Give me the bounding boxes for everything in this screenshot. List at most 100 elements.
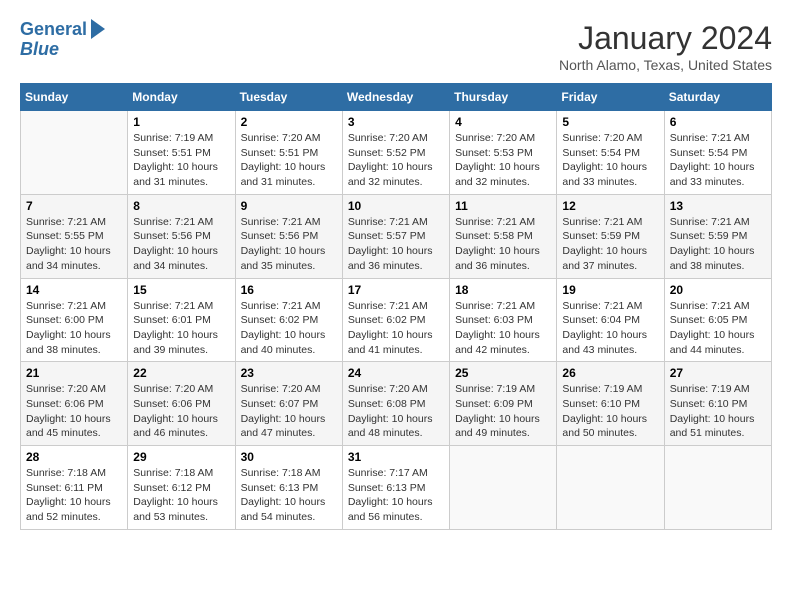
day-number: 26 [562,366,658,380]
day-number: 12 [562,199,658,213]
day-number: 19 [562,283,658,297]
location-text: North Alamo, Texas, United States [559,57,772,73]
calendar-cell [21,111,128,195]
calendar-header-row: SundayMondayTuesdayWednesdayThursdayFrid… [21,84,772,111]
calendar-cell: 3Sunrise: 7:20 AMSunset: 5:52 PMDaylight… [342,111,449,195]
calendar-cell: 27 Sunrise: 7:19 AMSunset: 6:10 PMDayligh… [664,362,771,446]
calendar-cell: 1 Sunrise: 7:19 AMSunset: 5:51 PMDaylight… [128,111,235,195]
calendar-cell: 11 Sunrise: 7:21 AMSunset: 5:58 PMDayligh… [450,194,557,278]
calendar-cell: 15Sunrise: 7:21 AMSunset: 6:01 PMDayligh… [128,278,235,362]
calendar-cell: 12Sunrise: 7:21 AMSunset: 5:59 PMDayligh… [557,194,664,278]
day-info: Sunrise: 7:21 AMSunset: 5:54 PMDaylight:… [670,131,766,190]
calendar-cell: 30 Sunrise: 7:18 AMSunset: 6:13 PMDayligh… [235,446,342,530]
calendar-cell: 17 Sunrise: 7:21 AMSunset: 6:02 PMDayligh… [342,278,449,362]
day-info: Sunrise: 7:21 AMSunset: 5:57 PMDaylight:… [348,215,444,274]
month-title: January 2024 [559,20,772,57]
day-number: 6 [670,115,766,129]
calendar-cell [450,446,557,530]
day-info: Sunrise: 7:21 AMSunset: 6:02 PMDaylight:… [241,299,337,358]
calendar-cell: 6 Sunrise: 7:21 AMSunset: 5:54 PMDaylight… [664,111,771,195]
calendar-cell: 10 Sunrise: 7:21 AMSunset: 5:57 PMDayligh… [342,194,449,278]
calendar-week-row: 1 Sunrise: 7:19 AMSunset: 5:51 PMDaylight… [21,111,772,195]
day-number: 29 [133,450,229,464]
day-number: 17 [348,283,444,297]
calendar-cell: 8 Sunrise: 7:21 AMSunset: 5:56 PMDaylight… [128,194,235,278]
day-info: Sunrise: 7:21 AMSunset: 5:58 PMDaylight:… [455,215,551,274]
day-info: Sunrise: 7:21 AMSunset: 5:59 PMDaylight:… [670,215,766,274]
day-number: 10 [348,199,444,213]
logo-blue-text: Blue [20,40,59,60]
day-info: Sunrise: 7:21 AMSunset: 5:56 PMDaylight:… [241,215,337,274]
calendar-cell: 20 Sunrise: 7:21 AMSunset: 6:05 PMDayligh… [664,278,771,362]
calendar-week-row: 7 Sunrise: 7:21 AMSunset: 5:55 PMDaylight… [21,194,772,278]
calendar-cell: 4Sunrise: 7:20 AMSunset: 5:53 PMDaylight… [450,111,557,195]
day-number: 24 [348,366,444,380]
day-info: Sunrise: 7:20 AMSunset: 5:54 PMDaylight:… [562,131,658,190]
day-info: Sunrise: 7:19 AMSunset: 6:09 PMDaylight:… [455,382,551,441]
day-number: 28 [26,450,122,464]
day-number: 31 [348,450,444,464]
day-info: Sunrise: 7:21 AMSunset: 6:02 PMDaylight:… [348,299,444,358]
header-cell-sunday: Sunday [21,84,128,111]
day-number: 23 [241,366,337,380]
day-number: 30 [241,450,337,464]
day-info: Sunrise: 7:20 AMSunset: 6:06 PMDaylight:… [26,382,122,441]
logo-arrow-icon [91,19,105,39]
day-number: 8 [133,199,229,213]
day-info: Sunrise: 7:20 AMSunset: 6:07 PMDaylight:… [241,382,337,441]
page-header: General Blue January 2024 North Alamo, T… [20,20,772,73]
calendar-cell: 5 Sunrise: 7:20 AMSunset: 5:54 PMDaylight… [557,111,664,195]
day-number: 22 [133,366,229,380]
day-info: Sunrise: 7:18 AMSunset: 6:13 PMDaylight:… [241,466,337,525]
calendar-cell: 19 Sunrise: 7:21 AMSunset: 6:04 PMDayligh… [557,278,664,362]
header-cell-thursday: Thursday [450,84,557,111]
day-number: 4 [455,115,551,129]
header-cell-tuesday: Tuesday [235,84,342,111]
day-info: Sunrise: 7:21 AMSunset: 6:04 PMDaylight:… [562,299,658,358]
logo: General Blue [20,20,105,60]
day-number: 15 [133,283,229,297]
calendar-cell: 28 Sunrise: 7:18 AMSunset: 6:11 PMDayligh… [21,446,128,530]
calendar-cell: 13 Sunrise: 7:21 AMSunset: 5:59 PMDayligh… [664,194,771,278]
day-info: Sunrise: 7:17 AMSunset: 6:13 PMDaylight:… [348,466,444,525]
day-info: Sunrise: 7:20 AMSunset: 6:06 PMDaylight:… [133,382,229,441]
calendar-week-row: 28 Sunrise: 7:18 AMSunset: 6:11 PMDayligh… [21,446,772,530]
day-number: 9 [241,199,337,213]
day-info: Sunrise: 7:21 AMSunset: 5:55 PMDaylight:… [26,215,122,274]
day-number: 20 [670,283,766,297]
title-block: January 2024 North Alamo, Texas, United … [559,20,772,73]
calendar-cell [664,446,771,530]
day-info: Sunrise: 7:19 AMSunset: 5:51 PMDaylight:… [133,131,229,190]
header-cell-monday: Monday [128,84,235,111]
day-number: 1 [133,115,229,129]
calendar-cell: 23 Sunrise: 7:20 AMSunset: 6:07 PMDayligh… [235,362,342,446]
header-cell-saturday: Saturday [664,84,771,111]
calendar-cell [557,446,664,530]
day-info: Sunrise: 7:18 AMSunset: 6:11 PMDaylight:… [26,466,122,525]
day-info: Sunrise: 7:19 AMSunset: 6:10 PMDaylight:… [670,382,766,441]
day-info: Sunrise: 7:21 AMSunset: 6:03 PMDaylight:… [455,299,551,358]
day-number: 2 [241,115,337,129]
calendar-week-row: 14Sunrise: 7:21 AMSunset: 6:00 PMDayligh… [21,278,772,362]
calendar-cell: 22 Sunrise: 7:20 AMSunset: 6:06 PMDayligh… [128,362,235,446]
day-number: 13 [670,199,766,213]
calendar-cell: 25 Sunrise: 7:19 AMSunset: 6:09 PMDayligh… [450,362,557,446]
calendar-week-row: 21Sunrise: 7:20 AMSunset: 6:06 PMDayligh… [21,362,772,446]
day-number: 25 [455,366,551,380]
day-info: Sunrise: 7:21 AMSunset: 5:56 PMDaylight:… [133,215,229,274]
header-cell-friday: Friday [557,84,664,111]
day-number: 11 [455,199,551,213]
calendar-table: SundayMondayTuesdayWednesdayThursdayFrid… [20,83,772,530]
day-info: Sunrise: 7:19 AMSunset: 6:10 PMDaylight:… [562,382,658,441]
calendar-cell: 16Sunrise: 7:21 AMSunset: 6:02 PMDayligh… [235,278,342,362]
day-info: Sunrise: 7:21 AMSunset: 6:05 PMDaylight:… [670,299,766,358]
calendar-cell: 9 Sunrise: 7:21 AMSunset: 5:56 PMDaylight… [235,194,342,278]
day-info: Sunrise: 7:20 AMSunset: 6:08 PMDaylight:… [348,382,444,441]
day-number: 7 [26,199,122,213]
day-number: 5 [562,115,658,129]
day-number: 27 [670,366,766,380]
calendar-cell: 31 Sunrise: 7:17 AMSunset: 6:13 PMDayligh… [342,446,449,530]
calendar-cell: 21Sunrise: 7:20 AMSunset: 6:06 PMDayligh… [21,362,128,446]
day-number: 18 [455,283,551,297]
calendar-cell: 29Sunrise: 7:18 AMSunset: 6:12 PMDayligh… [128,446,235,530]
